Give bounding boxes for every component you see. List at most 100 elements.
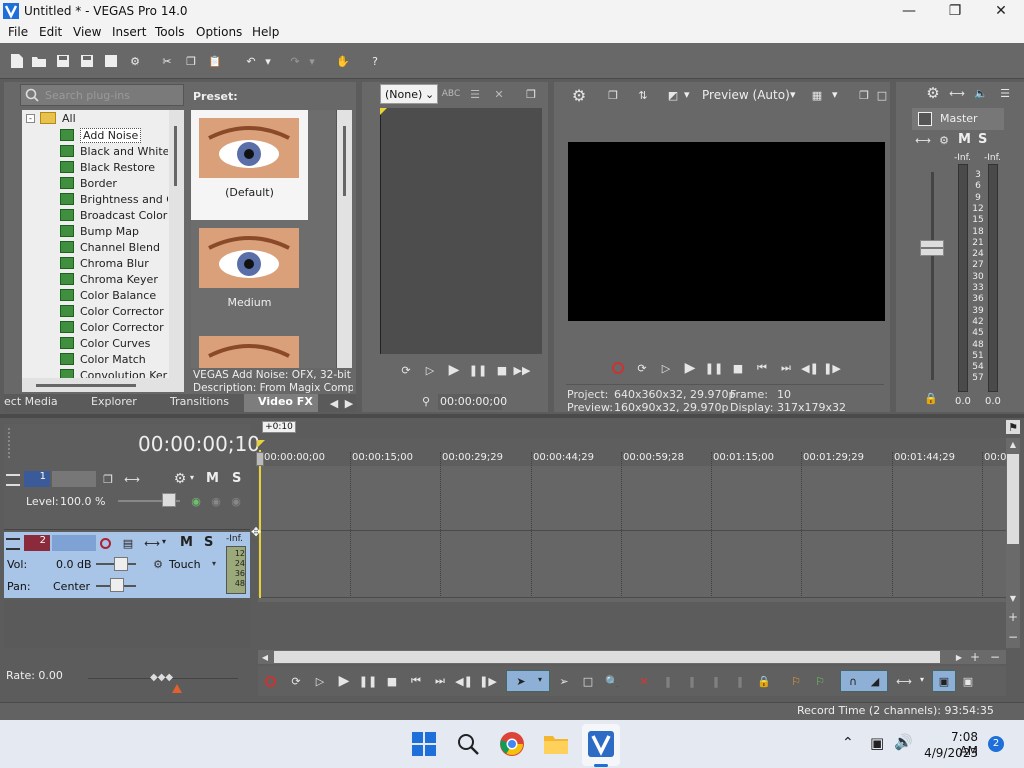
spell-check-icon[interactable]: ABC	[442, 86, 460, 102]
new-file-icon[interactable]	[8, 52, 26, 70]
track-list-empty-area[interactable]	[4, 600, 250, 648]
stop-icon[interactable]: ■	[384, 673, 400, 689]
loop-icon[interactable]: ⟳	[634, 360, 650, 376]
drag-handle[interactable]	[8, 428, 14, 458]
redo-icon[interactable]: ↷	[286, 52, 304, 70]
track-fx-icon[interactable]: ▤	[120, 535, 136, 551]
plugin-item[interactable]: Add Noise	[60, 127, 142, 143]
plugin-item[interactable]: Black Restore	[60, 159, 155, 175]
record-icon[interactable]	[265, 676, 276, 687]
normal-edit-tool-icon[interactable]: ➤	[512, 673, 530, 689]
menu-insert[interactable]: Insert	[112, 25, 146, 39]
help-icon[interactable]: ?	[366, 52, 384, 70]
tab-transitions[interactable]: Transitions	[170, 395, 229, 408]
automation-mode[interactable]: Touch	[169, 558, 201, 571]
tab-explorer[interactable]: Explorer	[91, 395, 137, 408]
scroll-up-icon[interactable]: ▲	[1006, 438, 1020, 450]
previous-frame-icon[interactable]: ⏮	[754, 360, 770, 376]
split-icon[interactable]: ‖	[732, 673, 748, 689]
lock-icon[interactable]: 🔒	[924, 390, 938, 406]
trimmer-area[interactable]	[380, 108, 542, 354]
track-collapse-icon[interactable]	[6, 538, 20, 550]
clear-icon[interactable]: ✕	[490, 86, 508, 102]
zoom-out-horizontal-icon[interactable]: −	[988, 650, 1002, 664]
pause-icon[interactable]: ❚❚	[705, 360, 723, 376]
tree-horizontal-scrollbar[interactable]	[22, 378, 184, 392]
play-from-start-icon[interactable]: ▷	[658, 360, 674, 376]
level-slider-handle[interactable]	[162, 493, 176, 507]
ignore-grouping-icon[interactable]: ▣	[960, 673, 976, 689]
undo-dropdown-icon[interactable]: ▾	[262, 52, 274, 70]
master-mute-button[interactable]: M	[958, 132, 971, 147]
preset-medium-card[interactable]: Medium	[191, 222, 308, 332]
plugin-item[interactable]: Border	[60, 175, 117, 191]
preset-default-card[interactable]: (Default)	[191, 110, 308, 220]
plugin-item[interactable]: Chroma Blur	[60, 255, 149, 271]
trim-start-icon[interactable]: ‖	[684, 673, 700, 689]
trimmer-options-icon[interactable]: ❐	[522, 86, 540, 102]
audio-track-2[interactable]: 2 ▤ ⟷ ▾ M S -Inf. 12 24 36 48 Vol: 0.0 d…	[4, 532, 250, 598]
zoom-tool-icon[interactable]: 🔍	[604, 673, 620, 689]
next-frame-icon[interactable]: ⏭	[778, 360, 794, 376]
preview-quality-icon[interactable]: ◩	[664, 86, 682, 104]
stop-icon[interactable]: ■	[730, 360, 746, 376]
play-from-start-icon[interactable]: ▷	[312, 673, 328, 689]
scroll-right-icon[interactable]: ▶	[952, 650, 966, 664]
step-back-icon[interactable]: ◀❚	[801, 360, 819, 376]
close-button[interactable]: ✕	[978, 0, 1024, 23]
go-to-end-icon[interactable]: ⏭	[432, 673, 448, 689]
search-input[interactable]: Search plug-ins	[20, 84, 184, 106]
pause-icon[interactable]: ❚❚	[469, 362, 487, 378]
search-icon[interactable]	[454, 730, 482, 758]
play-icon[interactable]: ▶	[682, 360, 698, 376]
undo-icon[interactable]: ↶	[242, 52, 260, 70]
vegas-pro-icon[interactable]	[587, 730, 615, 758]
video-track-1[interactable]: 1 ❐ ⟷ ⚙ ▾ M S Level: 100.0 % ◉ ◉ ◉	[4, 466, 250, 530]
pan-icon[interactable]: ⟷	[144, 535, 160, 551]
scroll-left-icon[interactable]: ◀	[258, 650, 272, 664]
tabs-right-arrow-icon[interactable]: ▶	[343, 395, 355, 411]
zoom-in-horizontal-icon[interactable]: +	[968, 650, 982, 664]
previous-frame-icon[interactable]: ◀❚	[455, 673, 473, 689]
delete-icon[interactable]: ✕	[636, 673, 652, 689]
zoom-in-vertical-icon[interactable]: +	[1006, 610, 1020, 624]
timeline-vertical-scrollbar[interactable]: ▲ ▼ + −	[1006, 438, 1020, 648]
trim-icon[interactable]: ‖	[660, 673, 676, 689]
menu-edit[interactable]: Edit	[39, 25, 62, 39]
track2-solo-button[interactable]: S	[204, 535, 213, 550]
zoom-out-vertical-icon[interactable]: −	[1006, 630, 1020, 644]
loop-icon[interactable]: ⟳	[288, 673, 304, 689]
trim-end-icon[interactable]: ‖	[708, 673, 724, 689]
menu-options[interactable]: Options	[196, 25, 242, 39]
tree-root-label[interactable]: All	[62, 112, 76, 125]
fast-forward-icon[interactable]: ▶▶	[514, 362, 531, 378]
mask-icon[interactable]: ◉	[208, 493, 224, 509]
tab-project-media[interactable]: ect Media	[4, 395, 58, 408]
plugin-item[interactable]: Channel Blend	[60, 239, 160, 255]
plugin-item[interactable]: Color Curves	[60, 335, 150, 351]
menu-help[interactable]: Help	[252, 25, 279, 39]
plugin-item[interactable]: Color Match	[60, 351, 146, 367]
marker-pin-icon[interactable]: ⚲	[420, 393, 432, 409]
arm-record-icon[interactable]	[100, 538, 111, 549]
copy-snapshot-icon[interactable]: ❐	[856, 86, 872, 104]
fx-gear-icon[interactable]: ⚙	[936, 132, 952, 148]
clock-date[interactable]: 4/9/2023	[922, 746, 978, 760]
notification-badge[interactable]: 2	[988, 736, 1004, 752]
preview-mode-dropdown[interactable]: Preview (Auto)	[702, 88, 790, 102]
snapping-magnet-icon[interactable]: ∩	[844, 673, 862, 689]
compositing-mode-icon[interactable]: ◉	[188, 493, 204, 509]
master-checkbox[interactable]	[918, 112, 932, 126]
tabs-left-arrow-icon[interactable]: ◀	[328, 395, 340, 411]
preset-scrollbar[interactable]	[337, 110, 352, 368]
rate-slider-handle[interactable]: ◆◆◆	[150, 672, 174, 684]
next-frame-icon[interactable]: ❚▶	[479, 673, 497, 689]
track-collapse-icon[interactable]	[6, 474, 20, 486]
plugin-item[interactable]: Color Balance	[60, 287, 156, 303]
insert-marker-icon[interactable]: ⚐	[788, 673, 804, 689]
preview-settings-gear-icon[interactable]: ⚙	[570, 86, 588, 105]
track2-mute-button[interactable]: M	[180, 535, 193, 550]
network-icon[interactable]: ▣	[870, 734, 884, 752]
playhead-handle[interactable]	[256, 452, 264, 466]
minimize-button[interactable]: —	[886, 0, 932, 23]
